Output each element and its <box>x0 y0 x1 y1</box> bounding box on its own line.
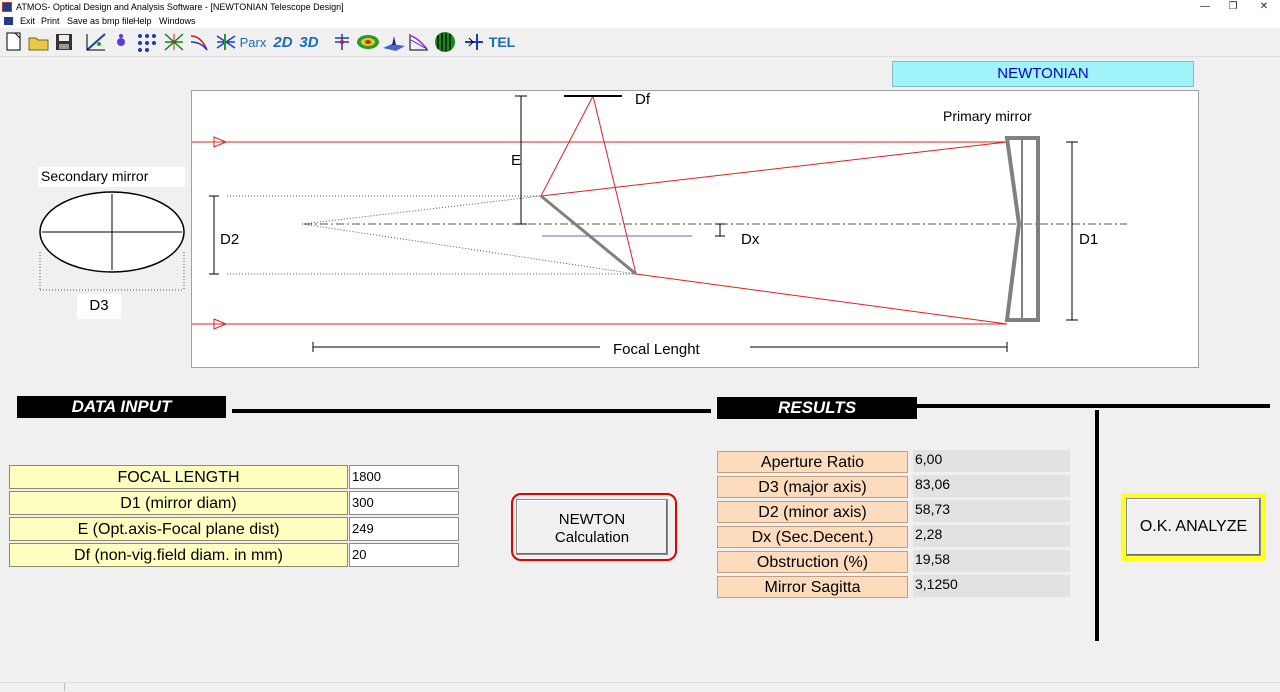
data-input-header: DATA INPUT <box>17 396 226 418</box>
field-rays-icon[interactable] <box>215 31 237 53</box>
doc-icon <box>4 17 13 25</box>
primary-mirror-label: Primary mirror <box>943 108 1032 124</box>
results-header: RESULTS <box>717 397 917 419</box>
menu-bar: Exit Print Save as bmp file Help Windows <box>0 14 1280 28</box>
ray-fan-icon[interactable] <box>163 31 185 53</box>
newton-button-line1: NEWTON <box>558 511 626 528</box>
design-model-label: NEWTONIAN <box>892 61 1194 87</box>
minimize-button[interactable]: — <box>1191 0 1219 14</box>
cone-top <box>301 195 542 225</box>
ok-analyze-button[interactable]: O.K. ANALYZE <box>1126 498 1261 556</box>
d3-label: D3 <box>77 294 121 319</box>
newtonian-diagram: Df E Primary mirror D2 Dx D1 Focal Lengh… <box>191 90 1199 368</box>
menu-help[interactable]: Help <box>133 14 152 28</box>
title-bar: ATMOS- Optical Design and Analysis Softw… <box>0 0 1280 14</box>
menu-save-bmp[interactable]: Save as bmp file <box>67 14 134 28</box>
open-folder-icon[interactable] <box>28 31 50 53</box>
dx-decent-label: Dx (Sec.Decent.) <box>717 526 908 548</box>
d1-label: D1 <box>1079 231 1099 248</box>
secondary-mirror-label: Secondary mirror <box>41 168 149 184</box>
mirror-sagitta-label: Mirror Sagitta <box>717 576 908 598</box>
focal-length-label: FOCAL LENGTH <box>9 465 348 489</box>
df-label: Df <box>635 91 650 108</box>
toolbar: Parx 2D 3D TEL <box>0 28 1280 57</box>
d3-major-axis-label: D3 (major axis) <box>717 476 908 498</box>
3d-view-button[interactable]: 3D <box>297 31 321 53</box>
obstruction-label: Obstruction (%) <box>717 551 908 573</box>
focal-length-input[interactable]: 1800 <box>349 465 459 489</box>
aperture-ratio-value: 6,00 <box>913 450 1070 472</box>
save-disk-icon[interactable] <box>53 31 75 53</box>
d2-label: D2 <box>220 231 240 248</box>
tel-button[interactable]: TEL <box>488 31 516 53</box>
restore-button[interactable]: ❐ <box>1219 0 1247 14</box>
window-title: ATMOS- Optical Design and Analysis Softw… <box>16 2 344 12</box>
psf-3d-icon[interactable] <box>382 31 406 53</box>
d1-mirror-diam-input[interactable]: 300 <box>349 491 459 515</box>
d2-minor-axis-value: 58,73 <box>913 500 1070 522</box>
close-button[interactable]: ✕ <box>1250 0 1278 14</box>
df-field-diam-label: Df (non-vig.field diam. in mm) <box>9 543 348 567</box>
telescope-icon[interactable] <box>463 31 485 53</box>
data-input-rule <box>232 409 711 413</box>
new-file-icon[interactable] <box>3 31 25 53</box>
status-pane <box>0 683 65 691</box>
newton-calculation-button[interactable]: NEWTON Calculation <box>516 499 668 555</box>
parax-button[interactable]: Parx <box>240 31 267 53</box>
to-focal-plane-ray-b <box>592 95 637 275</box>
spot-diagram-icon[interactable] <box>136 31 158 53</box>
d2-minor-axis-label: D2 (minor axis) <box>717 501 908 523</box>
e-label: E <box>511 152 522 169</box>
obstruction-value: 19,58 <box>913 550 1070 572</box>
d1-mirror-diam-label: D1 (mirror diam) <box>9 491 348 515</box>
secondary-mirror-ellipse <box>39 191 185 291</box>
secondary-mirror-label-box: Secondary mirror <box>38 167 185 187</box>
newton-button-line2: Calculation <box>554 529 630 546</box>
mirror-sagitta-value: 3,1250 <box>913 575 1070 597</box>
focal-length-label: Focal Lenght <box>613 341 700 358</box>
dx-decent-value: 2,28 <box>913 525 1070 547</box>
e-distance-input[interactable]: 249 <box>349 517 459 541</box>
app-icon <box>2 2 12 12</box>
menu-exit[interactable]: Exit <box>20 14 35 28</box>
results-rule <box>917 404 1270 408</box>
mtf-icon[interactable] <box>408 31 430 53</box>
aberration-curve-icon[interactable] <box>189 31 211 53</box>
reflected-ray-bottom <box>635 273 1008 325</box>
df-field-diam-input[interactable]: 20 <box>349 543 459 567</box>
d3-major-axis-value: 83,06 <box>913 475 1070 497</box>
zernike-icon[interactable] <box>332 31 352 53</box>
to-focal-plane-ray-a <box>540 95 594 197</box>
menu-print[interactable]: Print <box>41 14 60 28</box>
dx-label: Dx <box>741 231 760 248</box>
menu-windows[interactable]: Windows <box>159 14 196 28</box>
wavefront-map-icon[interactable] <box>356 31 380 53</box>
optical-layout-icon[interactable] <box>85 31 107 53</box>
diagram-graphics <box>192 95 1127 352</box>
aperture-ratio-label: Aperture Ratio <box>717 451 908 473</box>
spot-drop-icon[interactable] <box>112 31 130 53</box>
2d-view-button[interactable]: 2D <box>271 31 295 53</box>
secondary-mirror <box>540 194 637 276</box>
e-distance-label: E (Opt.axis-Focal plane dist) <box>9 517 348 541</box>
results-vertical-rule <box>1095 410 1099 641</box>
interferogram-icon[interactable] <box>433 31 457 53</box>
